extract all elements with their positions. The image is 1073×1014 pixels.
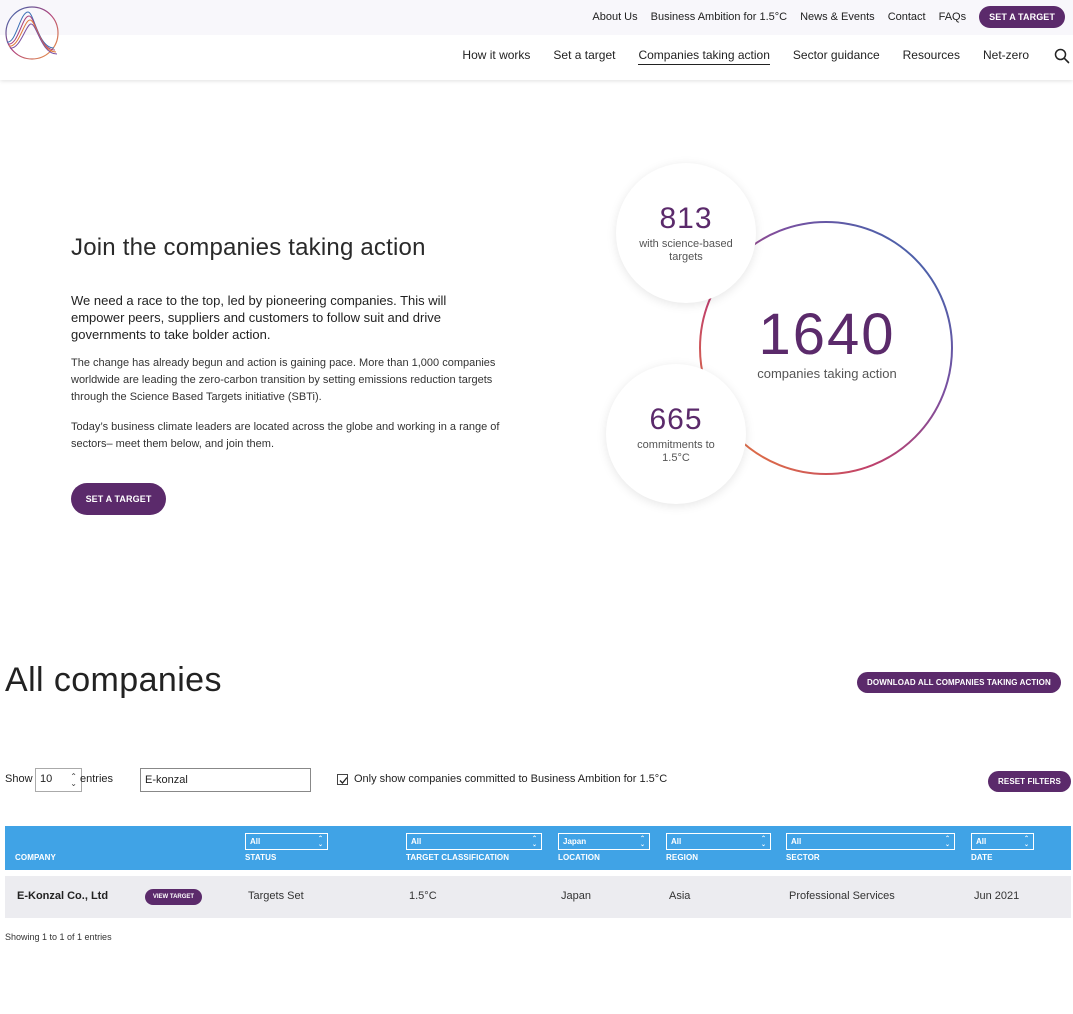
business-ambition-checkbox-label[interactable]: Only show companies committed to Busines…	[354, 773, 667, 785]
top-link-news-events[interactable]: News & Events	[800, 11, 875, 23]
cell-sector: Professional Services	[789, 890, 895, 902]
top-link-faqs[interactable]: FAQs	[939, 11, 967, 23]
download-companies-button[interactable]: DOWNLOAD ALL COMPANIES TAKING ACTION	[857, 672, 1061, 693]
show-label: Show	[5, 773, 33, 785]
stat-commitments-label: commitments to 1.5°C	[637, 439, 715, 464]
table-controls: Show 10 ⌃ ⌄ entries E-konzal Only show co…	[5, 768, 1071, 792]
chevron-updown-icon: ⌃ ⌄	[944, 836, 950, 848]
stat-total-companies: 1640 companies taking action	[727, 302, 927, 381]
filter-status-value: All	[250, 837, 261, 846]
stat-commitments: 665 commitments to 1.5°C	[606, 364, 746, 504]
nav-net-zero[interactable]: Net-zero	[983, 48, 1029, 64]
reset-filters-button[interactable]: RESET FILTERS	[988, 771, 1071, 792]
site-header: About Us Business Ambition for 1.5°C New…	[0, 0, 1073, 80]
hero-paragraph-2: Today’s business climate leaders are loc…	[71, 421, 500, 450]
company-search-value: E-konzal	[145, 774, 188, 786]
table-info: Showing 1 to 1 of 1 entries	[5, 932, 112, 942]
nav-companies-taking-action[interactable]: Companies taking action	[638, 48, 770, 65]
filter-classification-select[interactable]: All ⌃ ⌄	[406, 833, 542, 850]
stat-science-based-targets: 813 with science-based targets	[616, 163, 756, 303]
nav-sector-guidance[interactable]: Sector guidance	[793, 48, 880, 64]
filter-sector-value: All	[791, 837, 802, 846]
hero-title: Join the companies taking action	[71, 234, 426, 261]
entries-label: entries	[80, 773, 114, 785]
hero-lead: We need a race to the top, led by pionee…	[71, 293, 447, 342]
column-header-date[interactable]: DATE	[971, 853, 993, 862]
table-header: All ⌃ ⌄ All ⌃ ⌄ Japan ⌃ ⌄ All ⌃ ⌄ All ⌃ ⌄ All…	[5, 826, 1071, 870]
sbti-logo-icon[interactable]	[4, 4, 60, 62]
top-link-contact[interactable]: Contact	[888, 11, 926, 23]
stat-science-based-value: 813	[659, 202, 713, 235]
chevron-updown-icon: ⌃ ⌄	[317, 836, 323, 848]
chevron-updown-icon: ⌃ ⌄	[760, 836, 766, 848]
stat-science-based-label: with science-based targets	[639, 238, 733, 263]
chevron-updown-icon: ⌃ ⌄	[70, 772, 77, 788]
column-header-status[interactable]: STATUS	[245, 853, 276, 862]
filter-region-select[interactable]: All ⌃ ⌄	[666, 833, 771, 850]
filter-classification-value: All	[411, 837, 422, 846]
filter-location-value: Japan	[563, 837, 587, 846]
column-header-location[interactable]: LOCATION	[558, 853, 600, 862]
business-ambition-checkbox[interactable]	[337, 774, 348, 785]
cell-date: Jun 2021	[974, 890, 1020, 902]
all-companies-title: All companies	[5, 661, 222, 699]
column-header-region[interactable]: REGION	[666, 853, 698, 862]
nav-set-a-target[interactable]: Set a target	[553, 48, 615, 64]
column-header-classification[interactable]: TARGET CLASSIFICATION	[406, 853, 509, 862]
nav-how-it-works[interactable]: How it works	[462, 48, 530, 64]
cell-region: Asia	[669, 890, 691, 902]
stat-total-value: 1640	[758, 302, 896, 367]
hero-paragraph-1: The change has already begun and action …	[71, 357, 496, 403]
top-link-about-us[interactable]: About Us	[592, 11, 637, 23]
header-set-target-button[interactable]: SET A TARGET	[979, 6, 1065, 28]
entries-per-page-select[interactable]: 10 ⌃ ⌄	[35, 768, 82, 792]
cell-classification: 1.5°C	[409, 890, 437, 902]
chevron-updown-icon: ⌃ ⌄	[1023, 836, 1029, 848]
column-header-company[interactable]: COMPANY	[15, 853, 56, 862]
checkmark-icon	[339, 777, 348, 784]
top-link-business-ambition[interactable]: Business Ambition for 1.5°C	[651, 11, 787, 23]
entries-per-page-value: 10	[40, 773, 53, 785]
stat-commitments-value: 665	[649, 403, 703, 436]
cell-location: Japan	[561, 890, 591, 902]
nav-resources[interactable]: Resources	[903, 48, 960, 64]
filter-location-select[interactable]: Japan ⌃ ⌄	[558, 833, 650, 850]
view-target-button[interactable]: VIEW TARGET	[145, 889, 202, 905]
filter-region-value: All	[671, 837, 682, 846]
main-nav: How it works Set a target Companies taki…	[439, 45, 1073, 67]
filter-date-select[interactable]: All ⌃ ⌄	[971, 833, 1034, 850]
cell-status: Targets Set	[248, 890, 304, 902]
utility-nav: About Us Business Ambition for 1.5°C New…	[592, 6, 1065, 28]
chevron-updown-icon: ⌃ ⌄	[531, 836, 537, 848]
stat-total-label: companies taking action	[757, 366, 897, 381]
chevron-updown-icon: ⌃ ⌄	[639, 836, 645, 848]
cell-company: E-Konzal Co., Ltd	[17, 890, 109, 902]
filter-status-select[interactable]: All ⌃ ⌄	[245, 833, 328, 850]
filter-sector-select[interactable]: All ⌃ ⌄	[786, 833, 955, 850]
search-icon[interactable]	[1051, 45, 1073, 67]
hero-set-target-button[interactable]: SET A TARGET	[71, 483, 166, 515]
filter-date-value: All	[976, 837, 987, 846]
column-header-sector[interactable]: SECTOR	[786, 853, 820, 862]
table-row: E-Konzal Co., Ltd VIEW TARGET Targets Se…	[5, 876, 1071, 918]
company-search-input[interactable]: E-konzal	[140, 768, 311, 792]
